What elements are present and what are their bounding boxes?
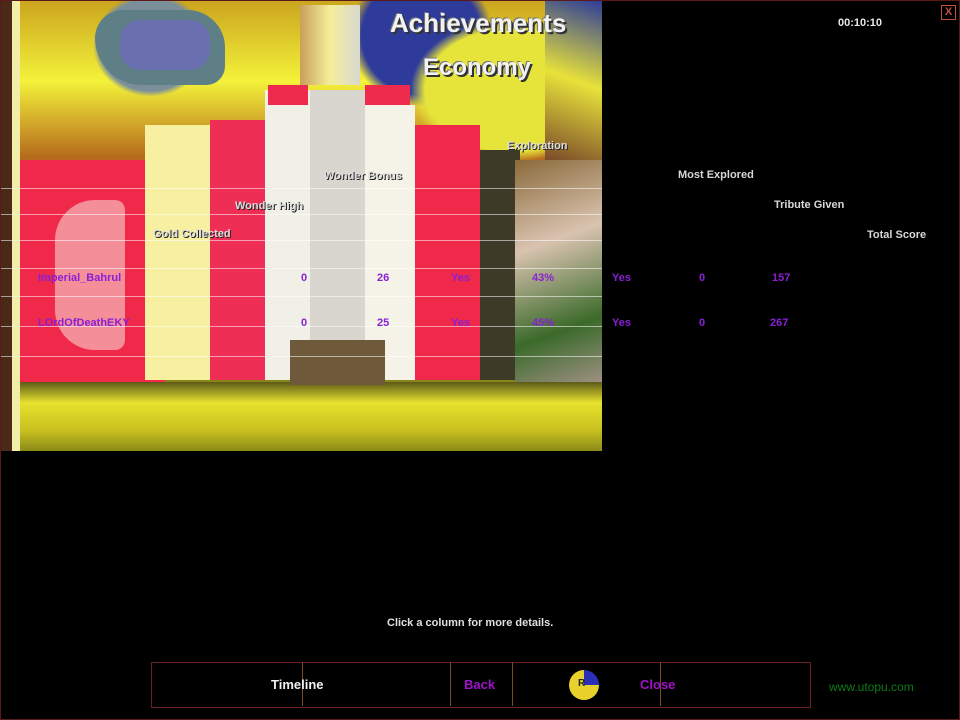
art-block-dark [480,150,520,380]
cell-total-score: 157 [772,272,791,284]
art-block-white [265,90,310,380]
art-ground [0,382,602,451]
cell-wonder-high: 0 [301,317,308,329]
cell-exploration-pct: 45% [532,317,555,329]
art-pedestal [290,340,385,385]
cell-most-explored: Yes [612,272,631,284]
art-block-red-cap-2 [365,85,410,105]
art-block-mottled [515,160,602,410]
art-block-red-mid [210,120,265,380]
art-block-white-2 [365,105,415,380]
column-header-gold-collected[interactable]: Gold Collected [153,228,231,240]
page-subtitle: Economy [423,54,532,81]
bar-divider [450,662,451,706]
art-patch-blue [120,20,210,70]
scanline [0,268,602,269]
cell-wonder-bonus: 26 [377,272,390,284]
art-left-stripe [12,0,20,451]
bar-divider [512,662,513,706]
cell-exploration-pct: 43% [532,272,555,284]
close-icon[interactable]: X [941,5,956,20]
website-footer: www.utopu.com [829,680,914,694]
timeline-button[interactable]: Timeline [271,677,324,692]
page-title: Achievements [390,8,567,38]
column-header-wonder-high[interactable]: Wonder High [235,200,303,212]
hint-text: Click a column for more details. [387,617,554,629]
cell-tribute-given: 0 [699,272,706,284]
cell-wonder-bonus: 25 [377,317,390,329]
scanline [0,188,602,189]
cell-exploration: Yes [451,317,470,329]
column-header-most-explored[interactable]: Most Explored [678,169,754,181]
art-left-edge [0,0,12,451]
spinner-label: R [578,678,586,689]
loading-spinner-icon: R [569,670,599,700]
player-name: Imperial_Bahrul [38,272,122,284]
cell-wonder-high: 0 [301,272,308,284]
player-name: LOrdOfDeathEKY [38,317,130,329]
art-block-yellow [145,125,215,380]
scanline [0,296,602,297]
column-header-tribute-given[interactable]: Tribute Given [774,199,844,211]
close-button[interactable]: Close [640,677,675,692]
column-header-wonder-bonus[interactable]: Wonder Bonus [324,170,402,182]
art-top-center [300,5,360,85]
cell-most-explored: Yes [612,317,631,329]
scanline [0,356,602,357]
game-timer: 00:10:10 [838,17,883,29]
art-block-red-cap [268,85,308,105]
scanline [0,214,602,215]
art-block-column [310,90,365,380]
column-header-total-score[interactable]: Total Score [867,229,926,241]
column-header-exploration[interactable]: Exploration [507,140,568,152]
cell-exploration: Yes [451,272,470,284]
back-button[interactable]: Back [464,677,495,692]
cell-total-score: 267 [770,317,789,329]
scanline [0,240,602,241]
cell-tribute-given: 0 [699,317,706,329]
art-block-red-right [415,125,480,380]
